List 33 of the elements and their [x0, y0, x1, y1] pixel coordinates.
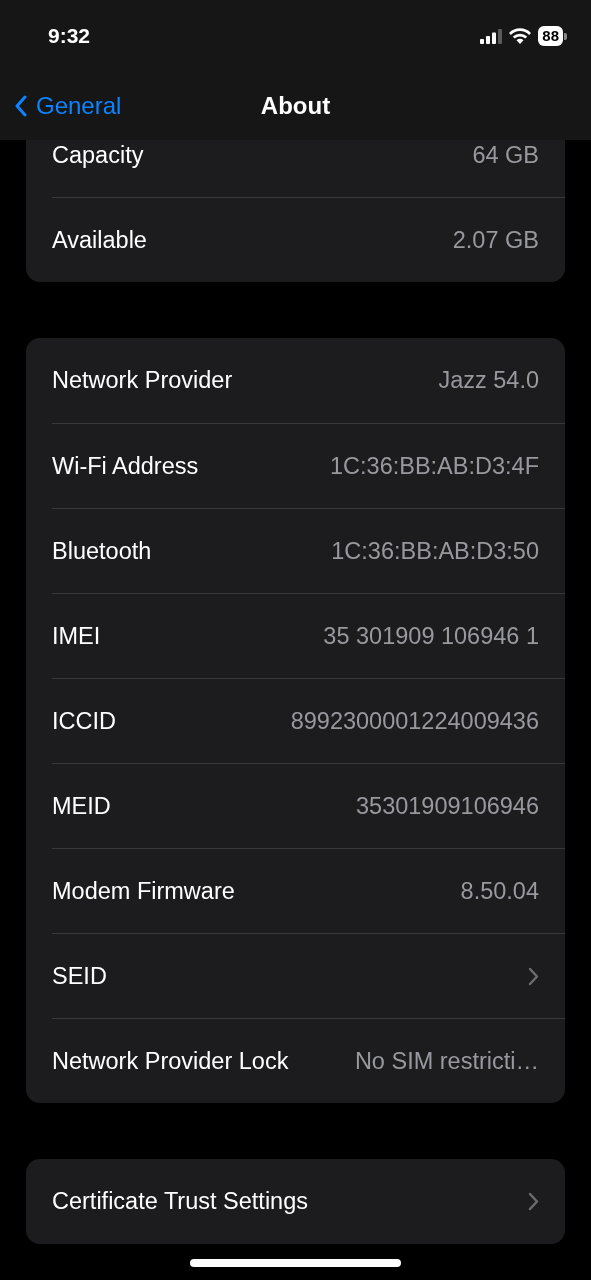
- chevron-icon: [528, 1192, 539, 1211]
- row-value: 8992300001224009436: [290, 707, 539, 735]
- battery-cap-icon: [564, 32, 567, 40]
- row-value: 1C:36:BB:AB:D3:50: [331, 537, 539, 565]
- wifi-icon: [509, 28, 532, 44]
- row-label: MEID: [52, 792, 111, 820]
- battery-level: 88: [538, 26, 563, 46]
- signal-icon: [480, 28, 503, 44]
- row-value: 64 GB: [472, 142, 539, 169]
- row-label: ICCID: [52, 707, 116, 735]
- row-value: 1C:36:BB:AB:D3:4F: [330, 452, 539, 480]
- row-value: 35301909106946: [356, 792, 539, 820]
- row-value: 8.50.04: [460, 877, 539, 905]
- row-label: Capacity: [52, 142, 144, 169]
- status-time: 9:32: [48, 24, 91, 48]
- row-label: Bluetooth: [52, 537, 152, 565]
- row-label: Network Provider: [52, 367, 233, 394]
- chevron-icon: [528, 966, 539, 986]
- row-label: Available: [52, 226, 147, 254]
- row-label: Modem Firmware: [52, 877, 235, 905]
- page-title: About: [260, 92, 331, 120]
- chevron-icon: [14, 95, 28, 117]
- home-indicator[interactable]: [190, 1259, 401, 1267]
- row-label: Wi-Fi Address: [52, 452, 199, 480]
- settings-row[interactable]: SEID: [52, 933, 565, 1018]
- row-label: IMEI: [52, 622, 101, 650]
- row-label: Network Provider Lock: [52, 1047, 289, 1075]
- row-value: 35 301909 106946 1: [323, 622, 539, 650]
- row-value: 2.07 GB: [452, 226, 539, 254]
- settings-row[interactable]: Certificate Trust Settings: [52, 1159, 565, 1244]
- row-value: No SIM restricti…: [354, 1047, 539, 1075]
- back-button[interactable]: General: [14, 92, 122, 120]
- row-value: Jazz 54.0: [438, 367, 539, 394]
